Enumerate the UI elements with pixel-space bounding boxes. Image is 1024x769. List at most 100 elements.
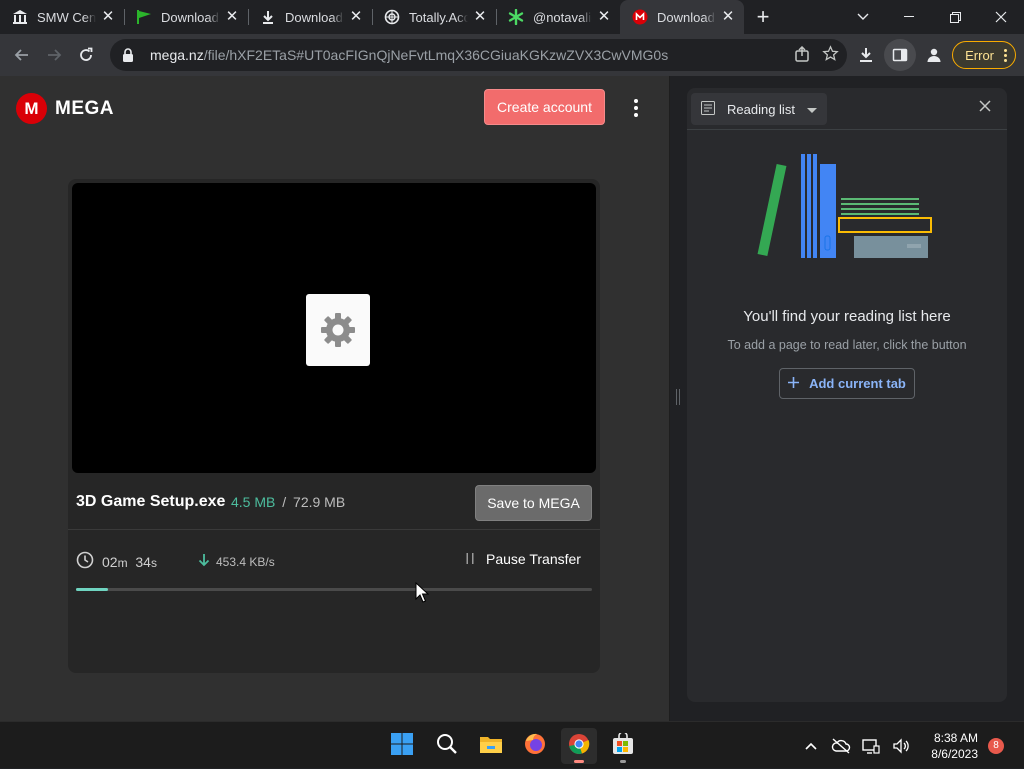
error-button[interactable]: Error	[952, 41, 1016, 69]
share-icon[interactable]	[794, 45, 810, 65]
mega-logo-mark: M	[16, 93, 47, 124]
reading-list-icon	[701, 100, 715, 118]
bookmark-star-icon[interactable]	[822, 45, 839, 65]
volume-icon[interactable]	[886, 731, 916, 761]
mega-page: M MEGA Create account 3D Game Setup.exe …	[0, 76, 670, 721]
side-panel-header: Reading list	[687, 88, 1007, 130]
size-separator: /	[282, 494, 287, 510]
reading-list-empty-title: You'll find your reading list here	[743, 308, 951, 325]
forward-button[interactable]	[38, 39, 70, 71]
transfer-speed: 453.4 KB/s	[198, 553, 275, 570]
search-icon	[436, 733, 458, 760]
onedrive-offline-icon[interactable]	[826, 731, 856, 761]
seconds-value: 34	[135, 553, 151, 570]
close-icon[interactable]: ✕	[720, 9, 736, 25]
tab-title: Download the	[161, 9, 220, 25]
speed-value: 453.4 KB/s	[216, 554, 275, 569]
side-panel-resize-handle[interactable]	[670, 76, 687, 721]
globe-icon	[384, 9, 400, 25]
tab-title: Downloads	[285, 9, 344, 25]
reading-list-panel: Reading list You'll find your reading li…	[687, 88, 1007, 702]
tab-mega-download[interactable]: Download ✕	[620, 0, 744, 34]
taskbar-clock[interactable]: 8:38 AM 8/6/2023	[916, 730, 978, 762]
asterisk-icon	[508, 9, 524, 25]
pause-icon	[466, 551, 474, 567]
close-icon[interactable]: ✕	[596, 9, 612, 25]
lock-icon[interactable]	[120, 47, 136, 63]
save-to-mega-button[interactable]: Save to MEGA	[475, 485, 592, 521]
back-button[interactable]	[6, 39, 38, 71]
close-icon[interactable]: ✕	[348, 9, 364, 25]
close-window-button[interactable]	[978, 0, 1024, 34]
pause-label: Pause Transfer	[486, 551, 581, 567]
total-size: 72.9 MB	[293, 494, 346, 510]
mega-logo[interactable]: M MEGA	[16, 93, 114, 124]
download-icon	[260, 9, 276, 25]
start-button[interactable]	[384, 728, 420, 764]
more-menu-icon[interactable]	[628, 96, 644, 120]
mouse-cursor-icon	[415, 582, 429, 603]
seconds-unit: s	[150, 555, 157, 570]
file-preview	[72, 183, 596, 473]
windows-taskbar: 8:38 AM 8/6/2023 8	[0, 721, 1024, 768]
notification-badge[interactable]: 8	[988, 737, 1004, 754]
taskbar-microsoft-store[interactable]	[605, 728, 641, 764]
system-tray: 8:38 AM 8/6/2023 8	[796, 722, 1024, 769]
profile-avatar-icon[interactable]	[918, 39, 950, 71]
create-account-button[interactable]: Create account	[484, 89, 605, 125]
close-icon[interactable]: ✕	[472, 9, 488, 25]
chrome-icon	[567, 732, 591, 761]
download-progress-fill	[76, 588, 108, 591]
tab-download-the[interactable]: Download the ✕	[124, 0, 248, 34]
tab-search-chevron-icon[interactable]	[840, 0, 886, 34]
tab-title: SMW Central	[37, 9, 96, 25]
folder-icon	[479, 734, 503, 759]
reload-button[interactable]	[70, 39, 102, 71]
restore-button[interactable]	[932, 0, 978, 34]
gear-icon	[306, 294, 370, 366]
clock-time: 8:38 AM	[933, 730, 978, 745]
downloads-icon[interactable]	[850, 39, 882, 71]
close-icon[interactable]: ✕	[224, 9, 240, 25]
tab-downloads[interactable]: Downloads ✕	[248, 0, 372, 34]
dropdown-caret-icon	[806, 102, 817, 117]
pause-transfer-button[interactable]: Pause Transfer	[466, 551, 581, 567]
time-remaining: 02m 34s	[76, 551, 157, 572]
show-hidden-icons-chevron-icon[interactable]	[796, 731, 826, 761]
minutes-unit: m	[117, 555, 128, 570]
taskbar-chrome[interactable]	[561, 728, 597, 764]
close-side-panel-button[interactable]	[977, 100, 993, 116]
download-arrow-icon	[198, 553, 210, 570]
browser-toolbar: mega.nz/file/hXF2ETaS#UT0acFIGnQjNeFvtLm…	[0, 34, 1024, 76]
download-progress-bar	[76, 588, 592, 591]
add-current-tab-button[interactable]: Add current tab	[779, 368, 915, 399]
tab-totally-accurate[interactable]: Totally.Accu ✕	[372, 0, 496, 34]
taskbar-search-button[interactable]	[429, 728, 465, 764]
close-icon[interactable]: ✕	[100, 9, 116, 25]
clock-icon	[76, 551, 94, 572]
tab-title: Totally.Accu	[409, 9, 468, 25]
url-domain: mega.nz	[150, 47, 204, 63]
file-name: 3D Game Setup.exe	[76, 493, 226, 510]
taskbar-firefox[interactable]	[517, 728, 553, 764]
mega-icon	[632, 9, 648, 25]
plus-icon	[788, 376, 800, 391]
side-panel-selector-label: Reading list	[727, 101, 795, 117]
tab-smw-central[interactable]: SMW Central ✕	[0, 0, 124, 34]
store-icon	[612, 730, 634, 760]
windows-logo-icon	[390, 732, 414, 761]
window-controls	[840, 0, 1024, 34]
network-icon[interactable]	[856, 731, 886, 761]
side-panel-selector[interactable]: Reading list	[691, 93, 827, 125]
side-panel-icon[interactable]	[884, 39, 917, 71]
add-current-tab-label: Add current tab	[809, 376, 906, 391]
firefox-icon	[523, 732, 547, 761]
new-tab-button[interactable]: +	[748, 0, 778, 34]
taskbar-file-explorer[interactable]	[473, 728, 509, 764]
reading-list-empty-subtitle: To add a page to read later, click the b…	[727, 338, 967, 352]
tab-strip: SMW Central ✕ Download the ✕ Downloads ✕…	[0, 0, 1024, 34]
minimize-button[interactable]	[886, 0, 932, 34]
address-bar[interactable]: mega.nz/file/hXF2ETaS#UT0acFIGnQjNeFvtLm…	[110, 39, 847, 71]
bank-icon	[12, 9, 28, 25]
tab-notavalid[interactable]: @notavalid ✕	[496, 0, 620, 34]
